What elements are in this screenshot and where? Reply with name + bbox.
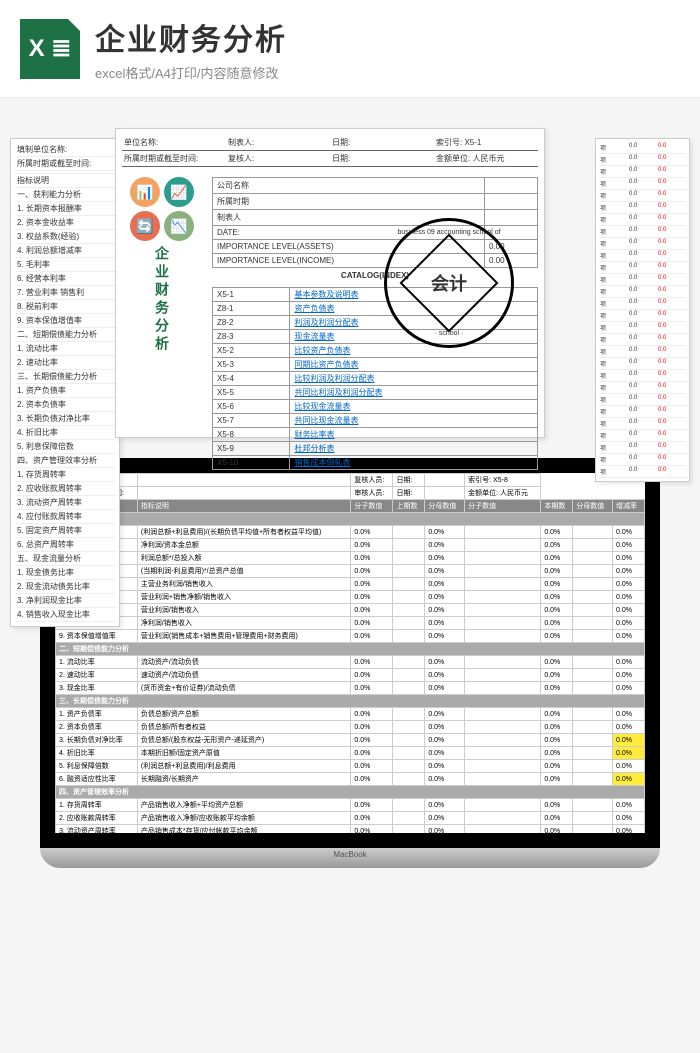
list-item: 四、资产管理效率分析 xyxy=(15,454,115,468)
list-item: 1. 资产负债率 xyxy=(15,384,115,398)
label-currency: 金额单位: 人民币元 xyxy=(434,151,538,167)
list-item: 5. 利息保障倍数 xyxy=(15,440,115,454)
chart-icon-4: 📉 xyxy=(164,211,194,241)
company-seal: business 09 accounting school of 会计 · sc… xyxy=(384,218,514,348)
list-item: 3. 流动资产周转率 xyxy=(15,496,115,510)
list-item: 3. 长期负债对净比率 xyxy=(15,412,115,426)
chart-icon-1: 📊 xyxy=(130,177,160,207)
list-item: 4. 折旧比率 xyxy=(15,426,115,440)
label-maker: 制表人: xyxy=(226,135,330,151)
list-item: 4. 销售收入现金比率 xyxy=(15,608,115,622)
list-item: 6. 总资产周转率 xyxy=(15,538,115,552)
page-title: 企业财务分析 xyxy=(95,15,287,59)
sheet-main-preview: 单位名称: 制表人: 日期: 索引号: X5-1 所属时期或截至时间: 复核人:… xyxy=(115,128,545,438)
label-date2: 日期: xyxy=(330,151,434,167)
list-item: 三、长期偿债能力分析 xyxy=(15,370,115,384)
list-item: 3. 净利润现金比率 xyxy=(15,594,115,608)
list-item: 8. 税前利率 xyxy=(15,300,115,314)
label-period: 所属时期或截至时间: xyxy=(122,151,226,167)
icon-grid: 📊 📈 🔄 📉 xyxy=(130,177,194,241)
list-item: 1. 长期资本报酬率 xyxy=(15,202,115,216)
list-item: 7. 营业利率 销售利 xyxy=(15,286,115,300)
list-item: 2. 资本负债率 xyxy=(15,398,115,412)
chart-icon-3: 🔄 xyxy=(130,211,160,241)
sheet-left-preview: 填制单位名称:所属时期或截至时间:指标说明一、获利能力分析1. 长期资本报酬率2… xyxy=(10,138,120,627)
vertical-title: 企业财务分析 xyxy=(152,246,172,354)
list-item: 1. 存货周转率 xyxy=(15,468,115,482)
list-item: 4. 应付账款周转率 xyxy=(15,510,115,524)
list-item: 5. 固定资产周转率 xyxy=(15,524,115,538)
list-item: 1. 流动比率 xyxy=(15,342,115,356)
list-item: 5. 毛利率 xyxy=(15,258,115,272)
list-item: 指标说明 xyxy=(15,174,115,188)
label-unit: 单位名称: xyxy=(122,135,226,151)
list-item: 五、现金流量分析 xyxy=(15,552,115,566)
list-item: 二、短期偿债能力分析 xyxy=(15,328,115,342)
list-item: 2. 应收账款周转率 xyxy=(15,482,115,496)
list-item: 3. 权益系数(经验) xyxy=(15,230,115,244)
sheet-right-preview: 项0.00.0项0.00.0项0.00.0项0.00.0项0.00.0项0.00… xyxy=(595,138,690,482)
list-item: 一、获利能力分析 xyxy=(15,188,115,202)
laptop-spreadsheet: 填制计量单位名称:复核人员:日期:索引号: X5-8所属时期或截至时间:审核人员… xyxy=(55,473,645,833)
list-item: 2. 资本金收益率 xyxy=(15,216,115,230)
laptop-base xyxy=(40,848,660,868)
list-item: 6. 经营本利率 xyxy=(15,272,115,286)
list-item: 4. 利润总额增减率 xyxy=(15,244,115,258)
page-header: 企业财务分析 excel格式/A4打印/内容随意修改 xyxy=(0,0,700,98)
excel-icon xyxy=(20,19,80,79)
list-item: 2. 现金流动债务比率 xyxy=(15,580,115,594)
page-subtitle: excel格式/A4打印/内容随意修改 xyxy=(95,63,287,82)
chart-icon-2: 📈 xyxy=(164,177,194,207)
label-checker: 复核人: xyxy=(226,151,330,167)
label-date: 日期: xyxy=(330,135,434,151)
list-item: 填制单位名称: xyxy=(15,143,115,157)
list-item: 9. 资本保值增值率 xyxy=(15,314,115,328)
list-item: 1. 现金债务比率 xyxy=(15,566,115,580)
list-item: 2. 速动比率 xyxy=(15,356,115,370)
list-item: 所属时期或截至时间: xyxy=(15,157,115,171)
label-index: 索引号: X5-1 xyxy=(434,135,538,151)
preview-area: 填制单位名称:所属时期或截至时间:指标说明一、获利能力分析1. 长期资本报酬率2… xyxy=(0,98,700,438)
